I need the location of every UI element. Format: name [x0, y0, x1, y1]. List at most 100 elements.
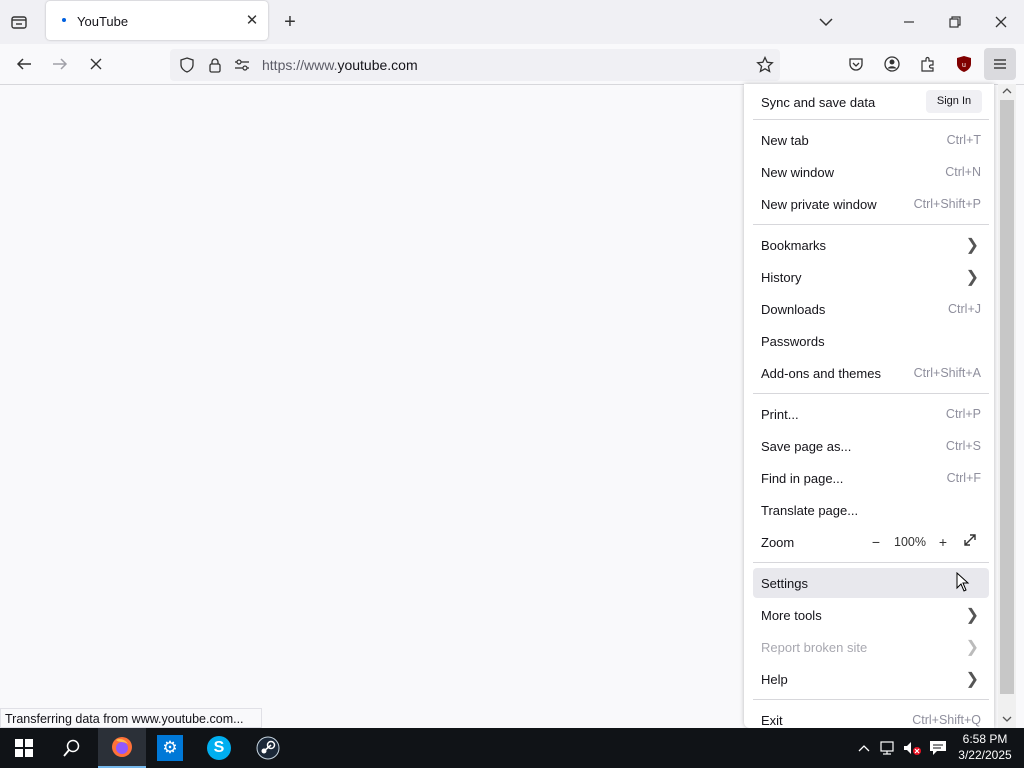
firefox-view-icon[interactable] — [8, 12, 30, 32]
menu-item-history[interactable]: History ❯ — [753, 262, 989, 292]
steam-taskbar-icon[interactable] — [244, 728, 292, 768]
menu-item-label: More tools — [761, 608, 822, 623]
minimize-icon[interactable] — [898, 12, 920, 32]
menu-separator — [753, 699, 989, 700]
close-window-icon[interactable] — [990, 12, 1012, 32]
action-center-icon[interactable] — [928, 739, 948, 757]
menu-scrollbar[interactable] — [998, 84, 1016, 728]
menu-item-save-page[interactable]: Save page as... Ctrl+S — [753, 431, 989, 461]
status-panel: Transferring data from www.youtube.com..… — [0, 708, 262, 728]
menu-item-report-broken-site: Report broken site ❯ — [753, 632, 989, 662]
menu-item-addons-themes[interactable]: Add-ons and themes Ctrl+Shift+A — [753, 358, 989, 388]
chevron-right-icon: ❯ — [965, 671, 979, 688]
list-tabs-chevron-icon[interactable] — [816, 12, 836, 32]
menu-item-shortcut: Ctrl+Shift+A — [913, 366, 981, 380]
menu-item-new-window[interactable]: New window Ctrl+N — [753, 157, 989, 187]
bookmark-star-icon[interactable] — [755, 55, 775, 75]
menu-item-zoom: Zoom − 100% + — [753, 527, 989, 557]
scrollbar-thumb[interactable] — [1000, 100, 1014, 694]
loading-dot-icon — [62, 18, 66, 22]
ublock-origin-icon[interactable]: u — [954, 54, 974, 74]
menu-item-label: Report broken site — [761, 640, 868, 655]
menu-item-exit[interactable]: Exit Ctrl+Shift+Q — [753, 705, 989, 728]
settings-gear-taskbar-icon[interactable]: ⚙ — [146, 728, 194, 768]
menu-separator — [753, 393, 989, 394]
menu-item-bookmarks[interactable]: Bookmarks ❯ — [753, 230, 989, 260]
taskbar: ⚙ S 6:58 PM 3/22/2025 — [0, 728, 1024, 768]
zoom-out-button[interactable]: − — [867, 533, 885, 551]
site-permissions-icon[interactable] — [233, 56, 251, 74]
app-menu-panel: Sync and save data Sign In New tab Ctrl+T… — [744, 84, 994, 728]
menu-item-new-tab[interactable]: New tab Ctrl+T — [753, 125, 989, 155]
menu-item-label: Find in page... — [761, 471, 844, 486]
menu-item-label: Print... — [761, 407, 799, 422]
zoom-label: Zoom — [761, 535, 795, 550]
clock-time: 6:58 PM — [962, 732, 1008, 746]
chevron-right-icon: ❯ — [965, 269, 979, 286]
menu-item-new-private-window[interactable]: New private window Ctrl+Shift+P — [753, 189, 989, 219]
tracking-protection-shield-icon[interactable] — [178, 56, 196, 74]
zoom-level[interactable]: 100% — [893, 533, 927, 551]
tab-strip: YouTube ✕ + — [0, 0, 1024, 44]
menu-item-label: New private window — [761, 197, 877, 212]
windows-logo-icon — [15, 739, 33, 757]
stop-loading-icon[interactable] — [86, 54, 106, 74]
fullscreen-icon[interactable] — [961, 533, 979, 551]
menu-item-find-in-page[interactable]: Find in page... Ctrl+F — [753, 463, 989, 493]
new-tab-icon[interactable]: + — [280, 11, 300, 33]
url-bar[interactable]: https://www.youtube.com — [170, 49, 780, 81]
menu-item-shortcut: Ctrl+P — [945, 407, 981, 421]
app-menu-button[interactable] — [984, 48, 1016, 80]
show-hidden-icons-chevron-icon[interactable] — [856, 740, 872, 756]
mouse-cursor-icon — [956, 571, 970, 592]
close-tab-icon[interactable]: ✕ — [244, 11, 260, 29]
menu-separator — [753, 224, 989, 225]
chevron-right-icon: ❯ — [965, 639, 979, 656]
menu-item-label: New window — [761, 165, 834, 180]
menu-item-translate-page[interactable]: Translate page... — [753, 495, 989, 525]
menu-item-label: Add-ons and themes — [761, 366, 881, 381]
menu-item-shortcut: Ctrl+T — [946, 133, 981, 147]
menu-item-passwords[interactable]: Passwords — [753, 326, 989, 356]
menu-item-downloads[interactable]: Downloads Ctrl+J — [753, 294, 989, 324]
menu-item-print[interactable]: Print... Ctrl+P — [753, 399, 989, 429]
search-icon[interactable] — [48, 728, 96, 768]
network-icon[interactable] — [879, 739, 897, 757]
menu-item-settings[interactable]: Settings — [753, 568, 989, 598]
menu-item-shortcut: Ctrl+F — [946, 471, 981, 485]
menu-item-label: New tab — [761, 133, 809, 148]
lock-icon[interactable] — [206, 56, 224, 74]
menu-item-label: Downloads — [761, 302, 826, 317]
account-icon[interactable] — [882, 54, 902, 74]
menu-item-more-tools[interactable]: More tools ❯ — [753, 600, 989, 630]
firefox-taskbar-icon[interactable] — [98, 728, 146, 768]
tab-youtube[interactable]: YouTube ✕ — [46, 1, 268, 40]
menu-item-label: History — [761, 270, 802, 285]
start-button[interactable] — [0, 728, 48, 768]
scroll-up-arrow-icon[interactable] — [1000, 84, 1014, 98]
menu-item-shortcut: Ctrl+N — [945, 165, 981, 179]
menu-item-label: Bookmarks — [761, 238, 827, 253]
pocket-icon[interactable] — [846, 54, 866, 74]
restore-icon[interactable] — [944, 12, 966, 32]
extensions-puzzle-icon[interactable] — [918, 54, 938, 74]
hamburger-icon — [994, 59, 1006, 69]
menu-item-help[interactable]: Help ❯ — [753, 664, 989, 694]
chevron-right-icon: ❯ — [965, 237, 979, 254]
sign-in-button[interactable]: Sign In — [926, 90, 982, 113]
skype-taskbar-icon[interactable]: S — [195, 728, 243, 768]
scroll-down-arrow-icon[interactable] — [1000, 712, 1014, 726]
url-host: youtube.com — [337, 57, 418, 73]
menu-item-shortcut: Ctrl+Shift+Q — [912, 713, 981, 727]
sync-label: Sync and save data — [761, 95, 876, 110]
back-icon[interactable] — [14, 54, 34, 74]
menu-item-shortcut: Ctrl+J — [948, 302, 981, 316]
zoom-in-button[interactable]: + — [934, 533, 952, 551]
volume-muted-icon[interactable] — [903, 739, 923, 757]
menu-item-shortcut: Ctrl+Shift+P — [913, 197, 981, 211]
svg-text:u: u — [962, 62, 966, 69]
system-clock[interactable]: 6:58 PM 3/22/2025 — [950, 731, 1020, 763]
menu-item-label: Translate page... — [761, 503, 859, 518]
menu-item-shortcut: Ctrl+S — [945, 439, 981, 453]
url-text[interactable]: https://www.youtube.com — [262, 57, 418, 73]
